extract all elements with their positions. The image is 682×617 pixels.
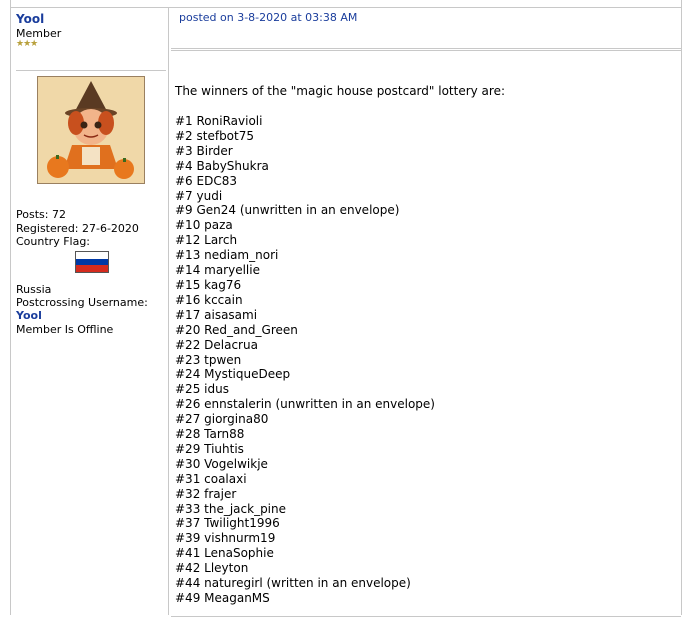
online-status: Member Is Offline	[16, 323, 114, 336]
winner-item: #7 yudi	[175, 188, 223, 203]
winners-list: #1 RoniRavioli #2 stefbot75 #3 Birder #4 Ba…	[175, 114, 435, 606]
post-intro-text: The winners of the "magic house postcard…	[175, 84, 505, 98]
pumpkin-girl-avatar-icon	[38, 77, 144, 183]
winner-item: #15 kag76	[175, 277, 242, 292]
winner-item: #30 Vogelwikje	[175, 456, 268, 471]
postcrossing-username-link[interactable]: Yool	[16, 309, 42, 322]
winner-item: #31 coalaxi	[175, 471, 247, 486]
post-header: posted on 3-8-2020 at 03:38 AM	[171, 8, 681, 49]
flag-stripe-red	[76, 265, 108, 272]
winner-item: #22 Delacrua	[175, 337, 258, 352]
avatar	[37, 76, 145, 184]
winner-item: #37 Twilight1996	[175, 516, 280, 531]
winner-item: #49 MeaganMS	[175, 591, 270, 605]
winner-item: #12 Larch	[175, 233, 238, 248]
winner-item: #6 EDC83	[175, 173, 237, 188]
winner-item: #28 Tarn88	[175, 427, 245, 442]
winner-item: #3 Birder	[175, 143, 233, 158]
flag-stripe-blue	[76, 258, 108, 266]
winner-item: #33 the_jack_pine	[175, 501, 287, 516]
winner-item: #10 paza	[175, 218, 233, 233]
winner-item: #41 LenaSophie	[175, 546, 274, 561]
top-separator	[11, 0, 681, 8]
winner-item: #14 maryellie	[175, 263, 260, 278]
country-flag-label: Country Flag:	[16, 235, 91, 248]
forum-post-frame: Yool Member ★★★ Posts: 72 Registered: 27…	[10, 0, 682, 617]
winner-item: #32 frajer	[175, 486, 237, 501]
winner-item: #20 Red_and_Green	[175, 322, 298, 337]
winner-item: #39 vishnurm19	[175, 531, 276, 546]
author-username[interactable]: Yool	[16, 12, 44, 26]
post-body: The winners of the "magic house postcard…	[171, 50, 681, 615]
flag-stripe-white	[76, 252, 108, 259]
winner-item: #13 nediam_nori	[175, 248, 279, 263]
winner-item: #16 kccain	[175, 292, 243, 307]
winner-item: #17 aisasami	[175, 307, 258, 322]
winner-item: #2 stefbot75	[175, 128, 255, 143]
winner-item: #42 Lleyton	[175, 561, 249, 576]
winner-item: #27 giorgina80	[175, 412, 269, 427]
country-name: Russia	[16, 283, 52, 296]
winner-item: #1 RoniRavioli	[175, 114, 263, 128]
author-sidebar: Yool Member ★★★ Posts: 72 Registered: 27…	[12, 8, 169, 615]
post-timestamp: posted on 3-8-2020 at 03:38 AM	[179, 11, 358, 24]
winner-item: #23 tpwen	[175, 352, 242, 367]
winner-item: #9 Gen24 (unwritten in an envelope)	[175, 203, 400, 218]
registered-date: Registered: 27-6-2020	[16, 222, 139, 235]
russia-flag-icon	[75, 251, 109, 273]
post-content-area: posted on 3-8-2020 at 03:38 AM The winne…	[171, 8, 681, 617]
winner-item: #26 ennstalerin (unwritten in an envelop…	[175, 397, 435, 412]
winner-item: #25 idus	[175, 382, 229, 397]
sidebar-divider	[16, 70, 166, 71]
winner-item: #44 naturegirl (written in an envelope)	[175, 576, 411, 591]
winner-item: #29 Tiuhtis	[175, 441, 244, 456]
rank-stars-icon: ★★★	[16, 39, 38, 49]
post-count: Posts: 72	[16, 208, 66, 221]
winner-item: #4 BabyShukra	[175, 158, 269, 173]
winner-item: #24 MystiqueDeep	[175, 367, 291, 382]
postcrossing-username-label: Postcrossing Username:	[16, 296, 148, 309]
